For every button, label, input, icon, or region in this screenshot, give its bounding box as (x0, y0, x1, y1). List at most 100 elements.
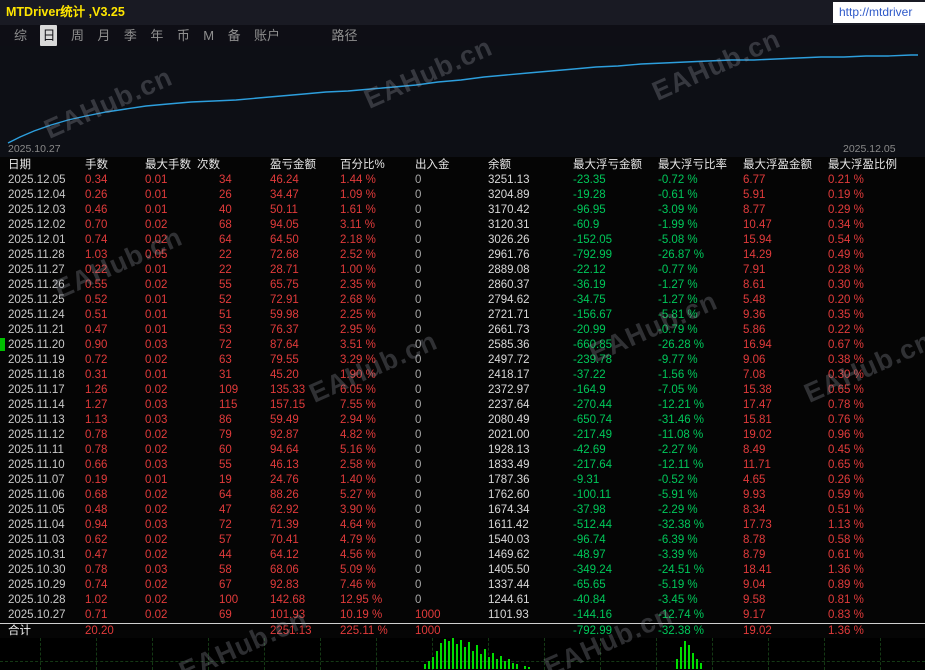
menu-item[interactable]: 月 (97, 25, 110, 46)
menu-item[interactable]: 周 (71, 25, 84, 46)
cell-lots: 0.68 (85, 489, 108, 501)
cell-date: 2025.11.10 (8, 459, 65, 471)
cell-inout: 0 (415, 339, 422, 351)
menu-item[interactable]: 日 (40, 25, 58, 46)
cell-count: 63 (219, 354, 232, 366)
cell-balance: 1787.36 (488, 474, 530, 486)
cell-max-float-loss: -156.67 (573, 309, 613, 321)
volume-bar (448, 641, 450, 669)
grid-line-vertical (824, 638, 825, 670)
cell-max-float-profit-pct: 0.58 % (828, 534, 864, 546)
cell-pct: 4.56 % (340, 549, 376, 561)
cell-inout: 0 (415, 324, 422, 336)
volume-bar (528, 667, 530, 669)
cell-lots: 0.94 (85, 519, 108, 531)
cell-max-float-profit-pct: 0.29 % (828, 204, 864, 216)
total-max-float-profit: 19.02 (743, 625, 772, 637)
cell-max-float-profit: 19.02 (743, 429, 772, 441)
cell-balance: 2585.36 (488, 339, 530, 351)
cell-pl: 45.20 (270, 369, 299, 381)
total-max-float-profit-pct: 1.36 % (828, 625, 864, 637)
column-header: 最大浮亏金额 (573, 159, 642, 171)
cell-lots: 0.52 (85, 294, 108, 306)
cell-max-float-profit-pct: 0.96 % (828, 429, 864, 441)
table-row: 2025.10.27 0.71 0.02 69 101.93 10.19 % 1… (0, 608, 925, 623)
cell-max-float-profit: 15.94 (743, 234, 772, 246)
menu-item[interactable]: 年 (150, 25, 163, 46)
cell-max-float-profit-pct: 0.51 % (828, 504, 864, 516)
cell-max-float-profit: 4.65 (743, 474, 766, 486)
volume-bar (464, 647, 466, 669)
column-header: 百分比% (340, 159, 385, 171)
mtdriver-stats-panel: MTDriver统计 ,V3.25 http://mtdriver 综 日 周 … (0, 0, 925, 670)
cell-max-float-profit: 8.49 (743, 444, 766, 456)
cell-count: 72 (219, 339, 232, 351)
cell-pl: 157.15 (270, 399, 306, 411)
cell-inout: 0 (415, 519, 422, 531)
menu-item[interactable]: 季 (124, 25, 137, 46)
cell-pl: 59.49 (270, 414, 299, 426)
cell-max-float-loss-pct: -26.28 % (658, 339, 705, 351)
menu-item[interactable]: 综 (14, 25, 27, 46)
cell-pct: 3.29 % (340, 354, 376, 366)
volume-bar (512, 663, 514, 669)
cell-max-lots: 0.02 (145, 429, 168, 441)
total-pct: 225.11 % (340, 625, 388, 637)
cell-count: 86 (219, 414, 232, 426)
cell-inout: 0 (415, 474, 422, 486)
cell-count: 31 (219, 369, 232, 381)
cell-max-float-loss: -217.49 (573, 429, 613, 441)
volume-bar (452, 638, 454, 669)
cell-max-float-loss: -48.97 (573, 549, 606, 561)
cell-max-float-profit-pct: 0.54 % (828, 234, 864, 246)
cell-max-float-loss: -40.84 (573, 594, 606, 606)
cell-lots: 1.13 (85, 414, 108, 426)
cell-max-float-loss: -42.69 (573, 444, 606, 456)
cell-pct: 2.35 % (340, 279, 376, 291)
cell-max-float-profit: 8.78 (743, 534, 766, 546)
menu-item[interactable]: 币 (177, 25, 190, 46)
cell-inout: 0 (415, 534, 422, 546)
volume-bar (472, 651, 474, 669)
cell-date: 2025.11.24 (8, 309, 65, 321)
cell-max-float-loss-pct: -12.74 % (658, 609, 705, 621)
cell-max-float-loss-pct: -0.61 % (658, 189, 698, 201)
volume-bar (444, 639, 446, 669)
cell-pl: 72.91 (270, 294, 299, 306)
cell-count: 79 (219, 429, 232, 441)
cell-max-float-loss: -152.05 (573, 234, 613, 246)
cell-pl: 76.37 (270, 324, 299, 336)
cell-pl: 88.26 (270, 489, 299, 501)
cell-balance: 1337.44 (488, 579, 530, 591)
menu-item[interactable]: 账户 (254, 25, 280, 46)
cell-lots: 0.19 (85, 474, 108, 486)
cell-max-float-loss-pct: -1.56 % (658, 369, 698, 381)
cell-inout: 0 (415, 234, 422, 246)
cell-max-float-loss-pct: -2.27 % (658, 444, 698, 456)
table-row: 2025.11.21 0.47 0.01 53 76.37 2.95 % 0 2… (0, 323, 925, 338)
cell-lots: 1.03 (85, 249, 108, 261)
cell-pct: 2.68 % (340, 294, 376, 306)
cell-date: 2025.11.20 (8, 339, 65, 351)
cell-max-lots: 0.02 (145, 579, 168, 591)
table-row: 2025.11.03 0.62 0.02 57 70.41 4.79 % 0 1… (0, 533, 925, 548)
menu-item[interactable]: 备 (228, 25, 241, 46)
menu-item[interactable]: M (203, 25, 214, 46)
cell-max-float-profit: 9.36 (743, 309, 766, 321)
cell-lots: 0.78 (85, 564, 108, 576)
cell-pl: 68.06 (270, 564, 299, 576)
cell-max-lots: 0.02 (145, 279, 168, 291)
cell-balance: 1469.62 (488, 549, 530, 561)
app-title: MTDriver统计 ,V3.25 (6, 5, 125, 19)
volume-bar (680, 647, 682, 669)
title-bar: MTDriver统计 ,V3.25 http://mtdriver (0, 0, 925, 25)
cell-pl: 92.83 (270, 579, 299, 591)
url-link[interactable]: http://mtdriver (833, 2, 925, 23)
cell-max-float-profit-pct: 0.78 % (828, 399, 864, 411)
cell-pct: 2.25 % (340, 309, 376, 321)
table-row: 2025.12.01 0.74 0.02 64 64.50 2.18 % 0 3… (0, 233, 925, 248)
cell-count: 57 (219, 534, 232, 546)
cell-date: 2025.11.18 (8, 369, 65, 381)
menu-item[interactable]: 路径 (332, 25, 358, 46)
table-row: 2025.11.04 0.94 0.03 72 71.39 4.64 % 0 1… (0, 518, 925, 533)
